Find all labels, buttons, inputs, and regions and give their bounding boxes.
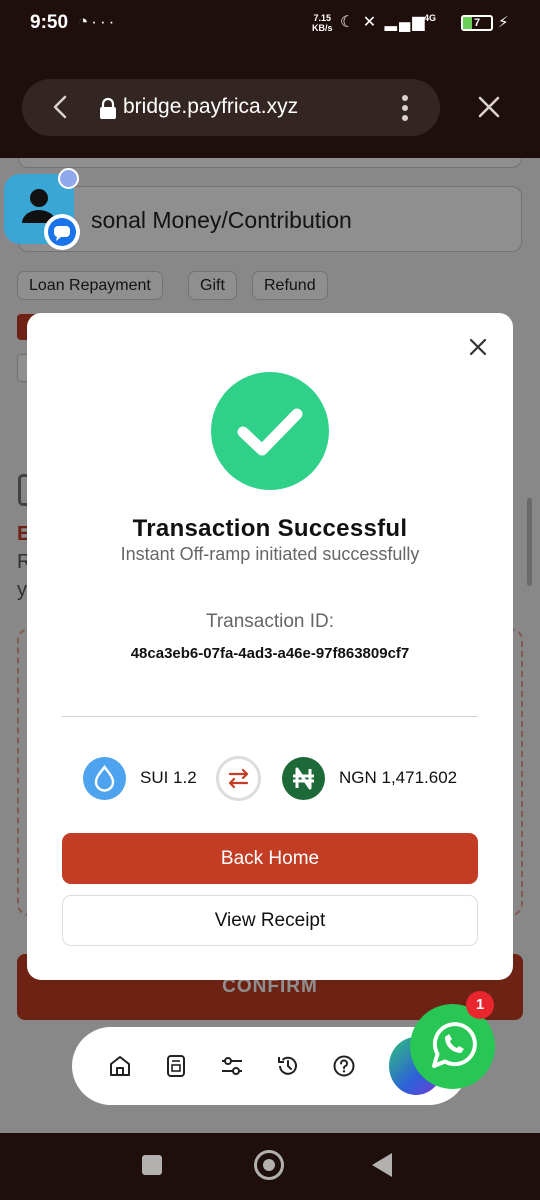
network-speed: 7.15 KB/s <box>312 13 333 33</box>
modal-subtitle: Instant Off-ramp initiated successfully <box>120 544 420 564</box>
url-text[interactable]: bridge.payfrica.xyz <box>123 95 298 119</box>
from-amount: SUI 1.2 <box>140 768 197 787</box>
battery-level: 7 <box>473 17 481 29</box>
whatsapp-badge: 1 <box>466 991 494 1019</box>
network-speed-value: 7.15 <box>313 13 332 23</box>
to-amount: NGN 1,471.602 <box>339 768 458 787</box>
naira-token-icon <box>282 757 325 800</box>
moon-icon: ☾ <box>340 14 357 31</box>
charging-icon: ⚡ <box>498 14 509 31</box>
swap-arrows-icon <box>216 756 261 801</box>
silent-icon: ✕ <box>362 14 379 31</box>
whatsapp-status-icon: ◔ <box>78 12 92 31</box>
recent-apps-icon[interactable] <box>142 1155 162 1175</box>
close-tab-icon[interactable] <box>474 92 504 122</box>
notification-dot <box>58 168 79 189</box>
receipt-icon[interactable] <box>163 1053 189 1079</box>
status-bar: 9:50 ◔··· 7.15 KB/s ☾ ✕ ▂▄▆ 4G 7 ⚡ <box>0 0 540 50</box>
more-options-icon[interactable] <box>397 93 413 123</box>
close-icon[interactable] <box>468 337 488 357</box>
back-icon[interactable] <box>372 1153 392 1177</box>
success-check-icon <box>211 372 329 490</box>
back-arrow-icon[interactable] <box>46 92 76 122</box>
status-right-icons: ☾ ✕ ▂▄▆ <box>340 12 427 32</box>
lock-icon <box>100 97 116 119</box>
bottom-nav <box>72 1027 468 1105</box>
success-modal: Transaction Successful Instant Off-ramp … <box>27 313 513 980</box>
history-icon[interactable] <box>275 1053 301 1079</box>
view-receipt-button[interactable]: View Receipt <box>62 895 478 946</box>
url-bar[interactable]: bridge.payfrica.xyz <box>22 79 440 136</box>
network-speed-unit: KB/s <box>312 23 333 33</box>
sui-token-icon <box>83 757 126 800</box>
messages-icon <box>44 214 80 250</box>
status-left-icons: ◔··· <box>78 12 117 32</box>
help-icon[interactable] <box>331 1053 357 1079</box>
back-home-button[interactable]: Back Home <box>62 833 478 884</box>
modal-title: Transaction Successful <box>132 515 408 542</box>
home-button-icon[interactable] <box>254 1150 284 1180</box>
signal-icon: ▂▄▆ <box>384 14 427 31</box>
browser-toolbar: bridge.payfrica.xyz <box>0 50 540 158</box>
home-icon[interactable] <box>107 1053 133 1079</box>
divider <box>62 716 478 717</box>
network-type: 4G <box>424 13 437 23</box>
system-nav-bar <box>0 1133 540 1200</box>
more-dots-icon: ··· <box>91 12 118 31</box>
transaction-id-label: Transaction ID: <box>205 611 335 632</box>
status-time: 9:50 <box>30 12 69 33</box>
sliders-icon[interactable] <box>219 1053 245 1079</box>
battery-icon: 7 <box>461 15 493 31</box>
transaction-id: 48ca3eb6-07fa-4ad3-a46e-97f863809cf7 <box>130 645 410 662</box>
